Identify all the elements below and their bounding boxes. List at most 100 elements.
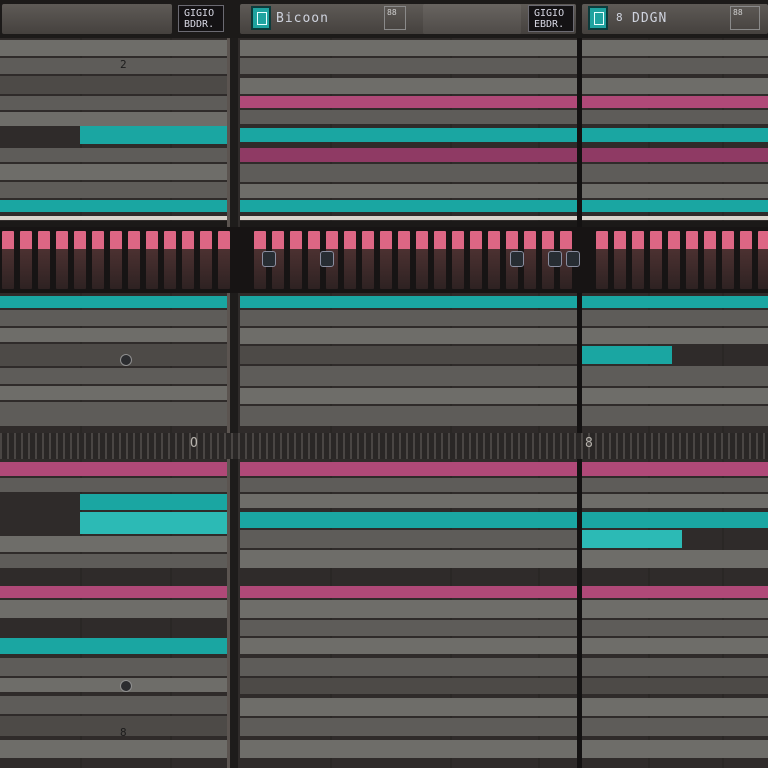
key-pad[interactable] [308,231,320,289]
track-row[interactable] [582,328,768,344]
key-pad[interactable] [128,231,140,289]
key-pad[interactable] [74,231,86,289]
knob-icon[interactable] [120,680,132,692]
clip-pink[interactable] [240,462,577,476]
track-row[interactable] [240,478,577,492]
key-pad[interactable] [2,231,14,289]
key-pad[interactable] [344,231,356,289]
key-pad[interactable] [416,231,428,289]
clip-teal[interactable] [240,200,577,212]
track-row[interactable] [582,718,768,736]
track-row[interactable] [240,164,577,182]
track-row[interactable] [582,310,768,326]
timeline-ruler[interactable]: O 8 [0,433,768,459]
key-pad[interactable] [398,231,410,289]
clip-pink[interactable] [0,586,227,598]
key-knob-icon[interactable] [548,251,562,267]
track-row[interactable] [240,600,577,618]
clip-pink[interactable] [240,148,577,162]
track-row[interactable] [0,148,227,162]
key-pad[interactable] [596,231,608,289]
clip-teal[interactable] [0,296,227,308]
clip-teal[interactable] [582,512,768,528]
track-row[interactable] [240,718,577,736]
track-row[interactable] [582,600,768,618]
track-row[interactable] [582,478,768,492]
clip-pink[interactable] [240,586,577,598]
track-row[interactable] [582,494,768,508]
key-pad[interactable] [704,231,716,289]
track-row[interactable] [0,696,227,714]
track-row[interactable] [0,554,227,568]
clip-pink[interactable] [582,586,768,598]
key-pad[interactable] [164,231,176,289]
track-row[interactable] [0,112,227,126]
clip-teal[interactable] [80,494,227,510]
track-row[interactable] [240,658,577,676]
key-pad[interactable] [56,231,68,289]
key-pad[interactable] [524,231,536,289]
key-pad[interactable] [38,231,50,289]
header-field-left[interactable] [2,4,172,34]
key-pad[interactable] [632,231,644,289]
key-strip[interactable] [0,227,768,293]
key-pad[interactable] [470,231,482,289]
clip-pink[interactable] [582,96,768,108]
key-pad[interactable] [650,231,662,289]
clip-teal[interactable] [582,346,672,364]
key-pad[interactable] [452,231,464,289]
clip-teal[interactable] [240,128,577,142]
track-row[interactable] [240,530,577,548]
track-row[interactable] [582,184,768,198]
track-row[interactable] [582,550,768,568]
track-row[interactable] [0,76,227,94]
track-row[interactable] [0,740,227,758]
track-row[interactable] [582,620,768,636]
track-row[interactable] [0,96,227,110]
header-button-center[interactable]: GIGIO EBDR. [528,5,574,32]
track-row[interactable] [240,740,577,758]
track-row[interactable] [240,494,577,508]
key-pad[interactable] [740,231,752,289]
key-pad[interactable] [758,231,768,289]
track-row[interactable] [582,40,768,56]
track-row[interactable] [240,620,577,636]
track-row[interactable] [0,58,227,74]
track-row[interactable] [240,184,577,198]
clip-teal[interactable] [0,200,227,212]
key-pad[interactable] [362,231,374,289]
key-pad[interactable] [92,231,104,289]
clip-pink[interactable] [582,148,768,162]
track-row[interactable] [582,58,768,74]
key-pad[interactable] [434,231,446,289]
key-pad[interactable] [686,231,698,289]
track-row[interactable] [582,366,768,386]
channel-icon[interactable] [588,6,608,30]
track-row[interactable] [0,478,227,492]
clip-pink[interactable] [582,462,768,476]
clip-pink[interactable] [240,96,577,108]
track-row[interactable] [0,368,227,384]
key-pad[interactable] [488,231,500,289]
clip-pink[interactable] [0,462,227,476]
key-knob-icon[interactable] [566,251,580,267]
header-mini-button-left[interactable]: 88 [384,6,406,30]
clip-teal[interactable] [582,530,682,548]
key-pad[interactable] [668,231,680,289]
track-row[interactable] [0,658,227,676]
key-pad[interactable] [218,231,230,289]
knob-icon[interactable] [120,354,132,366]
track-row[interactable] [0,344,227,366]
track-row[interactable] [240,328,577,344]
clip-teal[interactable] [80,512,227,534]
track-row[interactable] [582,110,768,124]
key-pad[interactable] [380,231,392,289]
key-pad[interactable] [722,231,734,289]
clip-teal[interactable] [240,512,577,528]
header-button-left[interactable]: GIGIO BDDR. [178,5,224,32]
track-row[interactable] [240,698,577,716]
track-row[interactable] [240,366,577,386]
track-row[interactable] [582,658,768,676]
clip-teal[interactable] [240,296,577,308]
track-row[interactable] [582,406,768,426]
